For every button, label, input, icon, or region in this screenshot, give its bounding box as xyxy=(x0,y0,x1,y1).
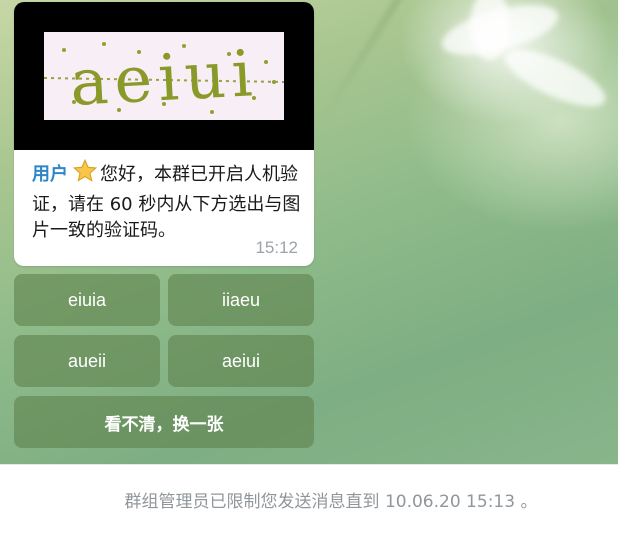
background-petal xyxy=(497,38,613,118)
chat-background: aeiui 用户 您好，本群已开启人机验证，请在 60 秒内从下方选出与图片一致的… xyxy=(0,0,618,464)
sender-name[interactable]: 用户 xyxy=(32,164,68,185)
star-icon xyxy=(72,158,98,192)
option-button-2[interactable]: iiaeu xyxy=(168,274,314,326)
captcha-letters: aeiui xyxy=(68,37,260,120)
refresh-captcha-button[interactable]: 看不清，换一张 xyxy=(14,396,314,448)
restriction-notice: 群组管理员已限制您发送消息直到 10.06.20 15:13 。 xyxy=(124,492,538,512)
restriction-footer: 群组管理员已限制您发送消息直到 10.06.20 15:13 。 xyxy=(0,464,618,533)
message-text: 用户 您好，本群已开启人机验证，请在 60 秒内从下方选出与图片一致的验证码。 xyxy=(32,158,304,244)
captcha-image-frame: aeiui xyxy=(14,2,314,150)
captcha-graphic: aeiui xyxy=(43,37,285,121)
background-petal xyxy=(470,0,510,60)
captcha-image: aeiui xyxy=(43,32,285,121)
message-time: 15:12 xyxy=(255,238,298,257)
option-button-3[interactable]: aueii xyxy=(14,335,160,387)
captcha-message-bubble: aeiui 用户 您好，本群已开启人机验证，请在 60 秒内从下方选出与图片一致的… xyxy=(14,2,314,266)
option-button-1[interactable]: eiuia xyxy=(14,274,160,326)
option-button-4[interactable]: aeiui xyxy=(168,335,314,387)
